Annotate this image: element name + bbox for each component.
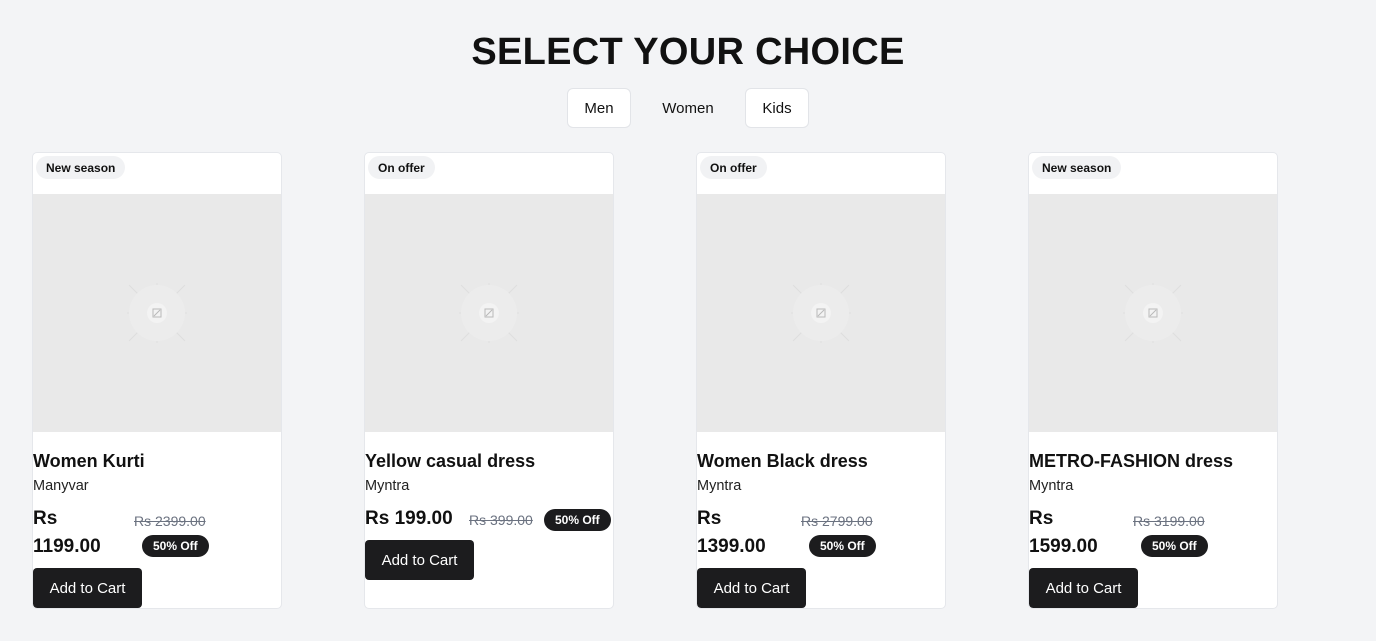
image-placeholder-icon	[1123, 283, 1183, 343]
discount-badge: 50% Off	[809, 535, 876, 557]
price-value: Rs 199.00	[365, 508, 453, 529]
old-price: Rs 399.00	[469, 512, 533, 528]
status-badge: On offer	[368, 156, 435, 179]
price-currency: Rs	[1029, 508, 1054, 529]
product-card: On offer Women Black dress Myntra Rs 139…	[696, 152, 946, 609]
product-name: METRO-FASHION dress	[1029, 451, 1234, 471]
product-name: Women Kurti	[33, 451, 145, 471]
discount-badge: 50% Off	[544, 509, 611, 531]
tab-men[interactable]: Men	[567, 88, 631, 128]
product-image[interactable]	[33, 194, 281, 432]
image-placeholder-icon	[459, 283, 519, 343]
product-brand: Myntra	[697, 478, 742, 494]
product-name: Yellow casual dress	[365, 451, 536, 471]
add-to-cart-button[interactable]: Add to Cart	[697, 568, 806, 608]
category-tabs: Men Women Kids	[567, 88, 809, 128]
price-currency: Rs	[697, 508, 722, 529]
tab-kids[interactable]: Kids	[745, 88, 809, 128]
price-value: 1599.00	[1029, 536, 1098, 557]
add-to-cart-button[interactable]: Add to Cart	[33, 568, 142, 608]
product-brand: Manyvar	[33, 478, 89, 494]
product-image[interactable]	[697, 194, 945, 432]
add-to-cart-button[interactable]: Add to Cart	[365, 540, 474, 580]
status-badge: New season	[1032, 156, 1122, 179]
product-image[interactable]	[1029, 194, 1277, 432]
old-price: Rs 2799.00	[801, 513, 873, 529]
product-name: Women Black dress	[697, 451, 868, 471]
tab-women[interactable]: Women	[631, 88, 745, 128]
old-price: Rs 3199.00	[1133, 513, 1205, 529]
status-badge: New season	[36, 156, 126, 179]
product-brand: Myntra	[365, 478, 410, 494]
product-image[interactable]	[365, 194, 613, 432]
discount-badge: 50% Off	[142, 535, 209, 557]
product-brand: Myntra	[1029, 478, 1074, 494]
discount-badge: 50% Off	[1141, 535, 1208, 557]
product-card: New season Women Kurti Manyvar Rs 1199.0…	[32, 152, 282, 609]
price-currency: Rs	[33, 508, 58, 529]
old-price: Rs 2399.00	[134, 513, 206, 529]
status-badge: On offer	[700, 156, 767, 179]
product-card: New season METRO-FASHION dress Myntra Rs…	[1028, 152, 1278, 609]
image-placeholder-icon	[127, 283, 187, 343]
add-to-cart-button[interactable]: Add to Cart	[1029, 568, 1138, 608]
image-placeholder-icon	[791, 283, 851, 343]
price-value: 1399.00	[697, 536, 766, 557]
product-card: On offer Yellow casual dress Myntra Rs 1…	[364, 152, 614, 609]
page-title: SELECT YOUR CHOICE	[471, 31, 905, 73]
price-value: 1199.00	[33, 536, 101, 557]
